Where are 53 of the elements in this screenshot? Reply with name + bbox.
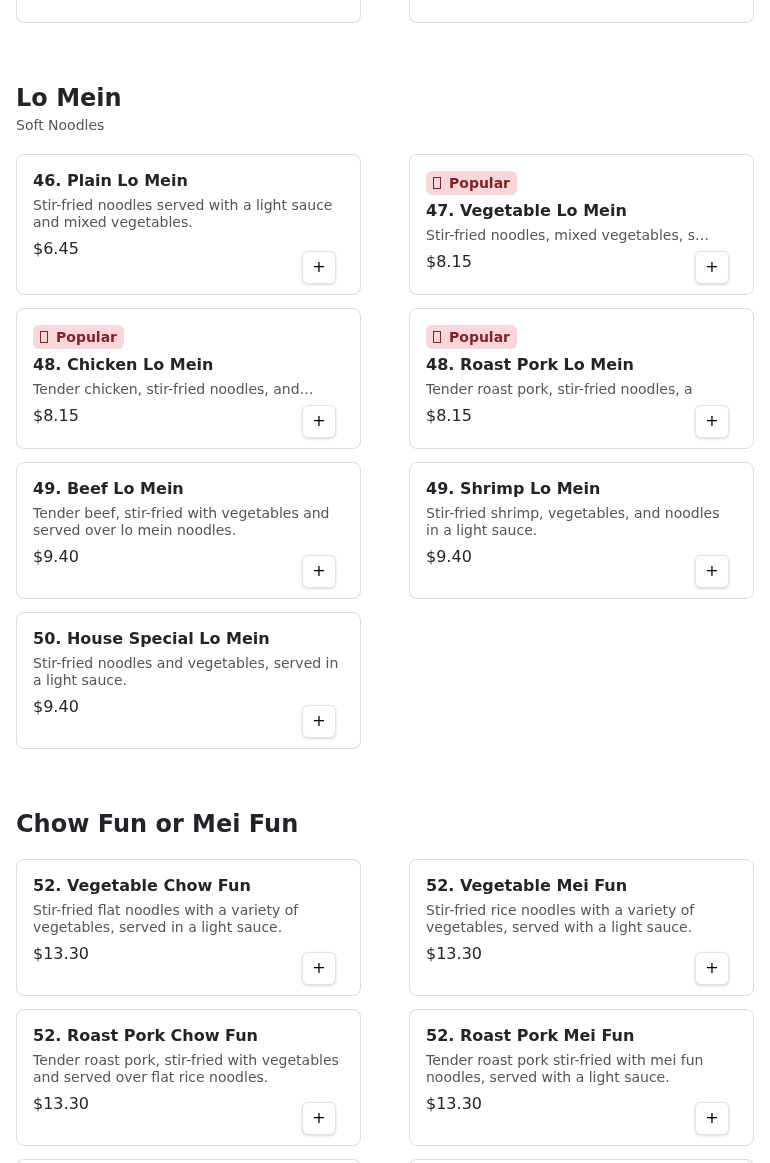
- add-button[interactable]: +: [302, 704, 336, 738]
- item-name: 47. Vegetable Lo Mein: [426, 200, 628, 221]
- item-description: Tender beef, stir-fried with vegetables and served over lo mein noodles.: [33, 504, 331, 539]
- popular-badge: Popular: [426, 324, 518, 349]
- item-price: $8.15: [33, 405, 79, 426]
- item-price: $9.40: [33, 546, 79, 567]
- item-name: 52. Vegetable Chow Fun: [33, 875, 252, 896]
- item-description: Stir-fried shrimp, vegetables, and noodles in a light sauce.: [426, 504, 721, 539]
- add-button[interactable]: +: [302, 554, 336, 588]
- section-heading: Lo Mein: [16, 84, 123, 113]
- item-price: $13.30: [33, 1093, 89, 1114]
- item-name: 50. House Special Lo Mein: [33, 628, 271, 649]
- popular-badge: Popular: [426, 170, 518, 195]
- item-description: Stir-fried noodles and vegetables, served in a light sauce.: [33, 654, 340, 689]
- popular-badge: Popular: [33, 324, 125, 349]
- item-price: $13.30: [33, 943, 89, 964]
- add-button[interactable]: +: [302, 404, 336, 438]
- item-description: Tender roast pork stir-fried with mei fun noodles, served with a light sauce.: [426, 1051, 705, 1086]
- item-name: 46. Plain Lo Mein: [33, 170, 189, 191]
- item-name: 48. Roast Pork Lo Mein: [426, 354, 635, 375]
- item-name: 48. Chicken Lo Mein: [33, 354, 215, 375]
- item-description: Stir-fried noodles, mixed vegetables, s…: [426, 226, 710, 244]
- add-button[interactable]: +: [695, 554, 729, 588]
- item-name: 52. Roast Pork Chow Fun: [33, 1025, 259, 1046]
- item-price: $13.30: [426, 1093, 482, 1114]
- item-description: Tender roast pork, stir-fried with vegetables and served over flat rice noodles.: [33, 1051, 340, 1086]
- item-description: Tender chicken, stir-fried noodles, and…: [33, 380, 315, 398]
- item-price: $8.15: [426, 251, 472, 272]
- item-price: $8.15: [426, 405, 472, 426]
- item-description: Stir-fried rice noodles with a variety of vegetables, served with a light sauce.: [426, 901, 696, 936]
- item-price: $13.30: [426, 943, 482, 964]
- badge-icon: [433, 330, 441, 343]
- section-heading: Chow Fun or Mei Fun: [16, 809, 300, 839]
- item-name: 52. Roast Pork Mei Fun: [426, 1025, 636, 1046]
- item-description: Tender roast pork, stir-fried noodles, a: [426, 380, 694, 398]
- item-name: 52. Vegetable Mei Fun: [426, 875, 629, 896]
- item-name: 49. Shrimp Lo Mein: [426, 478, 602, 499]
- add-button[interactable]: +: [695, 951, 729, 985]
- add-button[interactable]: +: [695, 1101, 729, 1135]
- section-subtitle: Soft Noodles: [16, 115, 106, 135]
- add-button[interactable]: +: [302, 951, 336, 985]
- badge-icon: [40, 330, 48, 343]
- add-button[interactable]: +: [302, 250, 336, 284]
- item-description: Stir-fried noodles served with a light sauce and mixed vegetables.: [33, 196, 334, 231]
- item-name: 49. Beef Lo Mein: [33, 478, 185, 499]
- add-button[interactable]: +: [695, 250, 729, 284]
- item-price: $9.40: [426, 546, 472, 567]
- add-button[interactable]: +: [302, 1101, 336, 1135]
- item-price: $6.45: [33, 238, 79, 259]
- add-button[interactable]: +: [695, 404, 729, 438]
- item-description: Stir-fried flat noodles with a variety of vegetables, served in a light sauce.: [33, 901, 300, 936]
- badge-icon: [433, 176, 441, 189]
- item-price: $9.40: [33, 696, 79, 717]
